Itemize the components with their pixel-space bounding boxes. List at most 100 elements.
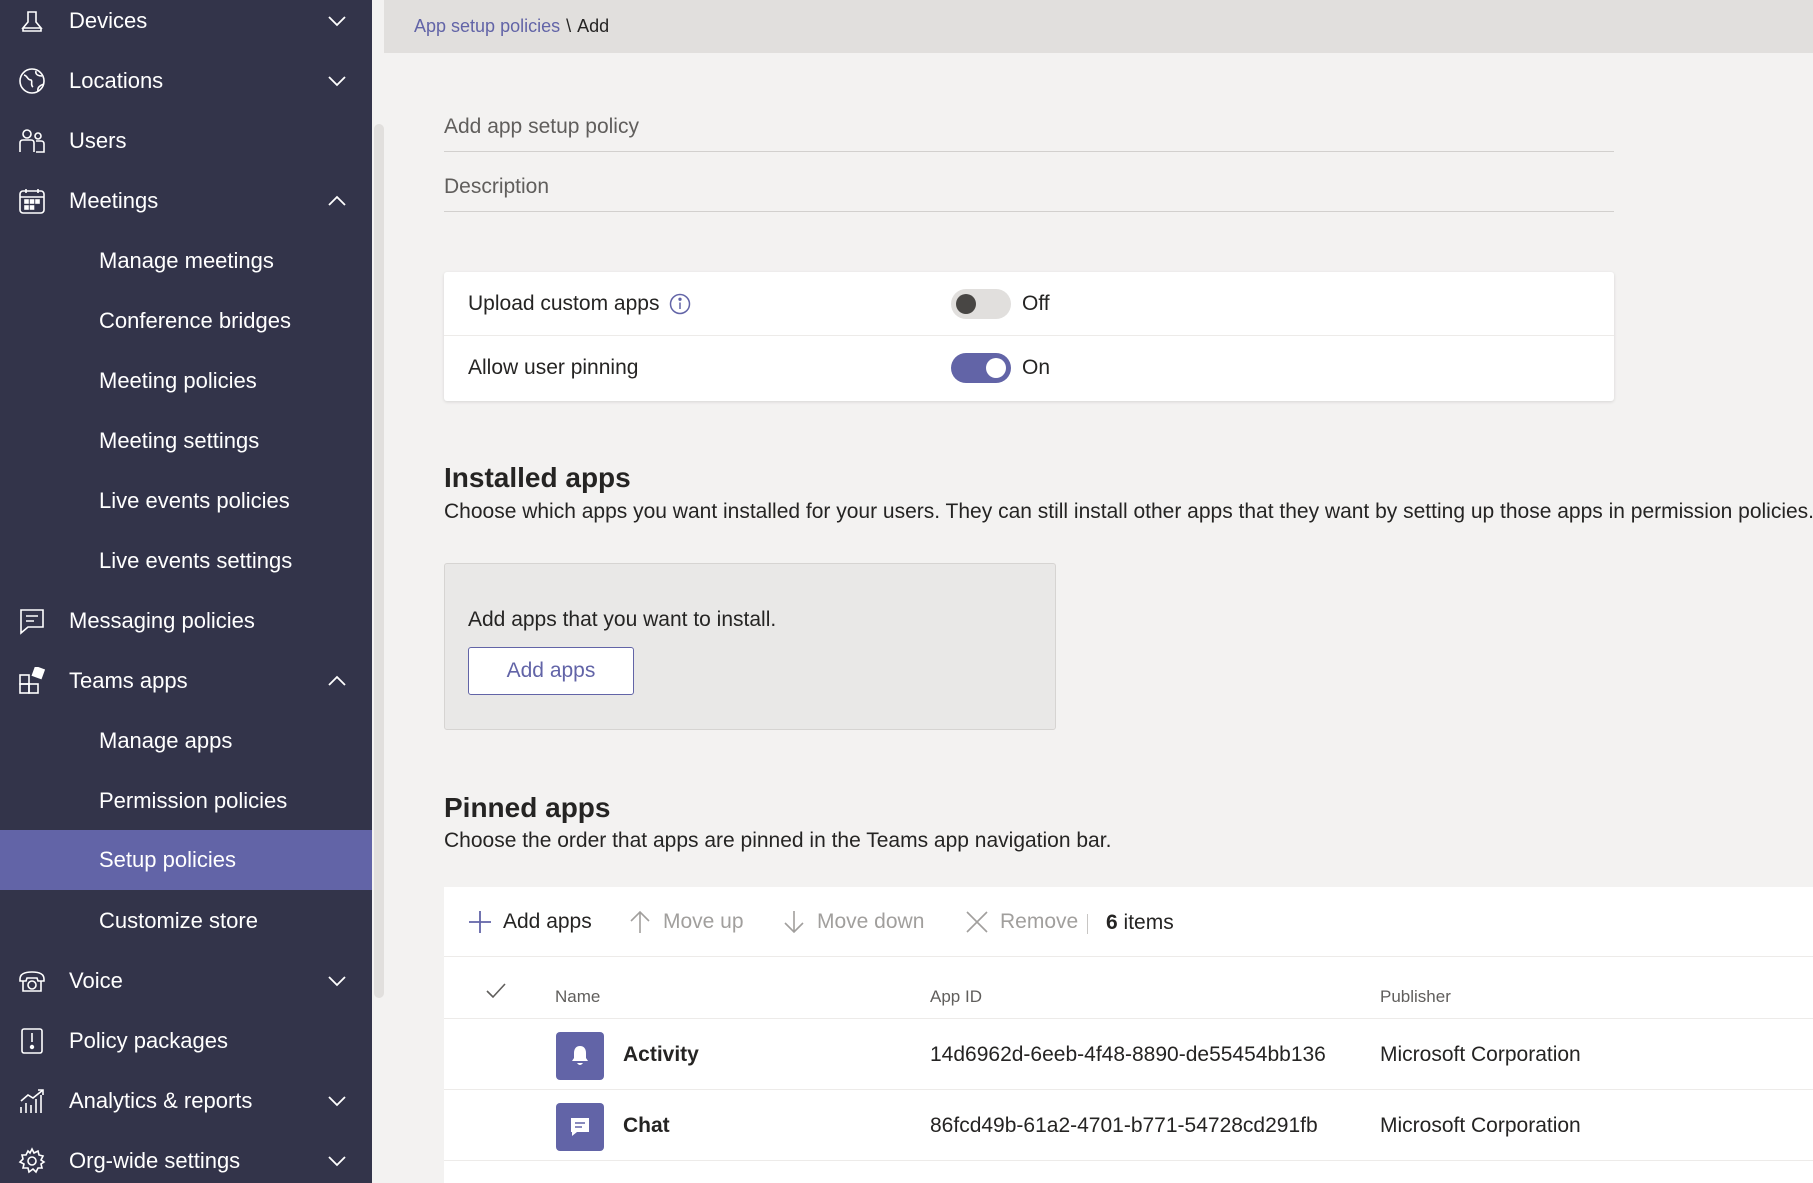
sidebar-item-label: Org-wide settings <box>69 1148 240 1174</box>
upload-custom-apps-toggle[interactable] <box>951 289 1011 319</box>
breadcrumb-parent-link[interactable]: App setup policies <box>414 16 560 37</box>
app-name: Activity <box>623 1043 699 1067</box>
sidebar-item-manage-meetings[interactable]: Manage meetings <box>0 231 372 291</box>
sidebar-item-label: Meeting settings <box>99 428 259 454</box>
column-header-publisher[interactable]: Publisher <box>1380 987 1451 1007</box>
voice-icon <box>17 966 47 996</box>
add-installed-apps-button[interactable]: Add apps <box>468 647 634 695</box>
setting-row-allow-user-pinning: Allow user pinning On <box>444 336 1614 400</box>
sidebar-item-label: Manage apps <box>99 728 232 754</box>
settings-card: Upload custom apps Off Allow user pinnin… <box>444 272 1614 401</box>
globe-icon <box>17 66 47 96</box>
chevron-down-icon <box>326 970 348 992</box>
remove-button[interactable]: Remove <box>964 909 1078 935</box>
sidebar-item-locations[interactable]: Locations <box>0 51 372 111</box>
select-all-check-icon[interactable] <box>484 979 508 1003</box>
sidebar-item-messaging-policies[interactable]: Messaging policies <box>0 591 372 651</box>
sidebar-item-label: Analytics & reports <box>69 1088 252 1114</box>
table-row[interactable]: Chat 86fcd49b-61a2-4701-b771-54728cd291f… <box>444 1090 1813 1161</box>
sidebar-item-policy-packages[interactable]: Policy packages <box>0 1011 372 1071</box>
sidebar-item-customize-store[interactable]: Customize store <box>0 891 372 951</box>
setting-row-upload-custom-apps: Upload custom apps Off <box>444 272 1614 336</box>
sidebar-item-devices[interactable]: Devices <box>0 0 372 51</box>
sidebar-item-meeting-policies[interactable]: Meeting policies <box>0 351 372 411</box>
allow-user-pinning-label: Allow user pinning <box>468 356 638 380</box>
pinned-apps-table: Add apps Move up Move down Remove 6 item… <box>444 887 1813 1183</box>
gear-icon <box>17 1146 47 1176</box>
sidebar-item-org-wide-settings[interactable]: Org-wide settings <box>0 1131 372 1183</box>
toggle-knob <box>986 358 1006 378</box>
item-count-suffix: items <box>1124 911 1174 934</box>
item-count: 6 items <box>1106 911 1174 935</box>
sidebar-item-label: Teams apps <box>69 668 188 694</box>
chevron-down-icon <box>326 10 348 32</box>
close-icon <box>964 909 990 935</box>
allow-user-pinning-state: On <box>1022 356 1050 380</box>
sidebar-item-label: Meeting policies <box>99 368 257 394</box>
installed-apps-box-text: Add apps that you want to install. <box>468 608 776 632</box>
item-count-number: 6 <box>1106 911 1118 934</box>
sidebar-item-analytics-reports[interactable]: Analytics & reports <box>0 1071 372 1131</box>
sidebar-item-live-events-policies[interactable]: Live events policies <box>0 471 372 531</box>
sidebar-item-voice[interactable]: Voice <box>0 951 372 1011</box>
table-row[interactable]: Activity 14d6962d-6eeb-4f48-8890-de55454… <box>444 1019 1813 1090</box>
sidebar-item-conference-bridges[interactable]: Conference bridges <box>0 291 372 351</box>
info-icon[interactable] <box>669 293 691 315</box>
devices-icon <box>17 6 47 36</box>
sidebar-item-label: Locations <box>69 68 163 94</box>
apps-icon <box>17 666 47 696</box>
app-publisher: Microsoft Corporation <box>1380 1114 1581 1138</box>
chat-icon <box>556 1103 604 1151</box>
users-icon <box>17 126 47 156</box>
sidebar-item-label: Meetings <box>69 188 158 214</box>
breadcrumb-current: Add <box>577 16 609 37</box>
sidebar-item-permission-policies[interactable]: Permission policies <box>0 771 372 831</box>
sidebar-item-setup-policies[interactable]: Setup policies <box>0 830 372 890</box>
upload-custom-apps-state: Off <box>1022 292 1050 316</box>
installed-apps-box: Add apps that you want to install. Add a… <box>444 563 1056 730</box>
plus-icon <box>467 909 493 935</box>
app-publisher: Microsoft Corporation <box>1380 1043 1581 1067</box>
allow-user-pinning-toggle[interactable] <box>951 353 1011 383</box>
toggle-knob <box>956 294 976 314</box>
sidebar-item-label: Customize store <box>99 908 258 934</box>
sidebar-item-meetings[interactable]: Meetings <box>0 171 372 231</box>
chevron-down-icon <box>326 1090 348 1112</box>
sidebar-item-label: Live events policies <box>99 488 290 514</box>
arrow-up-icon <box>627 909 653 935</box>
sidebar-item-label: Manage meetings <box>99 248 274 274</box>
sidebar-item-users[interactable]: Users <box>0 111 372 171</box>
move-up-label: Move up <box>663 910 744 934</box>
sidebar-item-manage-apps[interactable]: Manage apps <box>0 711 372 771</box>
chevron-up-icon <box>326 670 348 692</box>
installed-apps-description: Choose which apps you want installed for… <box>444 500 1813 524</box>
chevron-down-icon <box>326 70 348 92</box>
breadcrumb: App setup policies \ Add <box>384 0 1813 53</box>
pinned-add-apps-label: Add apps <box>503 910 592 934</box>
description-input[interactable] <box>444 162 1614 212</box>
message-icon <box>17 606 47 636</box>
remove-label: Remove <box>1000 910 1078 934</box>
app-name: Chat <box>623 1114 670 1138</box>
chevron-up-icon <box>326 190 348 212</box>
sidebar-item-label: Live events settings <box>99 548 292 574</box>
arrow-down-icon <box>781 909 807 935</box>
sidebar-item-live-events-settings[interactable]: Live events settings <box>0 531 372 591</box>
upload-custom-apps-label-wrap: Upload custom apps <box>468 292 691 316</box>
policy-name-input[interactable] <box>444 102 1614 152</box>
pinned-add-apps-button[interactable]: Add apps <box>467 909 592 935</box>
pinned-apps-description: Choose the order that apps are pinned in… <box>444 829 1111 853</box>
column-header-name[interactable]: Name <box>555 987 600 1007</box>
sidebar-item-teams-apps[interactable]: Teams apps <box>0 651 372 711</box>
move-up-button[interactable]: Move up <box>627 909 744 935</box>
sidebar-item-meeting-settings[interactable]: Meeting settings <box>0 411 372 471</box>
sidebar-item-label: Users <box>69 128 126 154</box>
sidebar-scrollbar[interactable] <box>374 124 384 998</box>
move-down-button[interactable]: Move down <box>781 909 924 935</box>
column-header-app-id[interactable]: App ID <box>930 987 982 1007</box>
sidebar-item-label: Voice <box>69 968 123 994</box>
sidebar: Devices Locations Users Meetings Manage … <box>0 0 372 1183</box>
sidebar-item-label: Permission policies <box>99 788 287 814</box>
bell-icon <box>556 1032 604 1080</box>
sidebar-item-label: Messaging policies <box>69 608 255 634</box>
